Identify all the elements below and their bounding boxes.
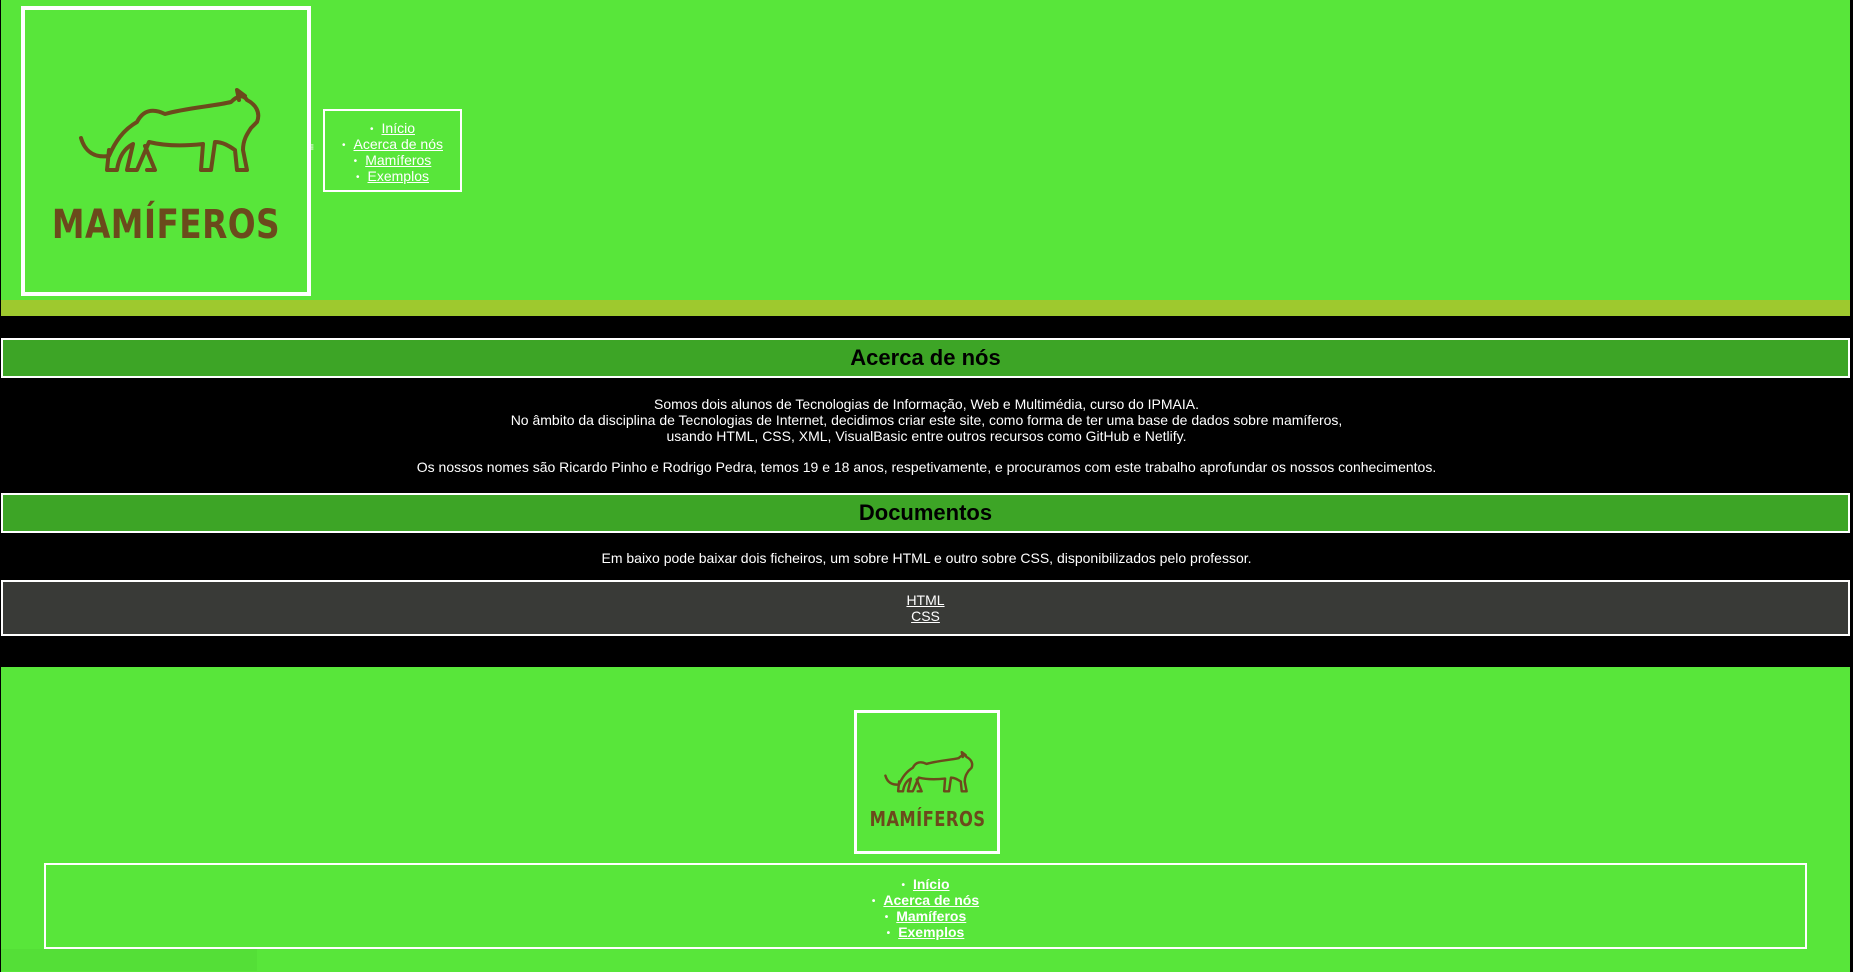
documents-heading: Documentos [1,493,1850,533]
about-heading: Acerca de nós [1,338,1850,378]
about-names: Os nossos nomes são Ricardo Pinho e Rodr… [416,459,1437,475]
site-logo[interactable]: MAMÍFEROS [21,6,311,296]
footer-logo[interactable]: MAMÍFEROS [854,710,1000,854]
header-nav: Início Acerca de nós Mamíferos Exemplos [323,109,462,192]
documents-links-box: HTML CSS [1,580,1850,636]
nav-item-mamiferos: Mamíferos [325,152,460,168]
footer-nav-link-acerca[interactable]: Acerca de nós [883,892,979,908]
about-line-2: No âmbito da disciplina de Tecnologias d… [510,412,1343,428]
footer-nav-item-acerca: Acerca de nós [46,892,1805,908]
footer-nav-item-mamiferos: Mamíferos [46,908,1805,924]
footer-faint-mark [1,949,257,971]
nav-link-exemplos[interactable]: Exemplos [368,168,429,184]
nav-item-inicio: Início [325,120,460,136]
nav-item-acerca: Acerca de nós [325,136,460,152]
site-footer: MAMÍFEROS Início Acerca de nós Mamíferos… [1,667,1850,972]
footer-logo-wordmark: MAMÍFEROS [869,807,986,831]
about-line-3: usando HTML, CSS, XML, VisualBasic entre… [666,428,1187,444]
nav-link-inicio[interactable]: Início [382,120,415,136]
footer-nav-link-exemplos[interactable]: Exemplos [898,924,964,940]
hamburger-icon[interactable]: ≡ [307,141,314,153]
about-line-1: Somos dois alunos de Tecnologias de Info… [654,396,1199,412]
html-download-link[interactable]: HTML [3,592,1848,608]
footer-nav: Início Acerca de nós Mamíferos Exemplos [44,863,1807,949]
logo-wordmark: MAMÍFEROS [51,202,281,248]
footer-nav-item-exemplos: Exemplos [46,924,1805,940]
cat-outline-icon [79,88,261,172]
nav-item-exemplos: Exemplos [325,168,460,184]
nav-link-mamiferos[interactable]: Mamíferos [365,152,431,168]
site-header: MAMÍFEROS ≡ Início Acerca de nós Mamífer… [1,0,1850,300]
footer-nav-link-mamiferos[interactable]: Mamíferos [896,908,966,924]
footer-nav-link-inicio[interactable]: Início [913,876,950,892]
header-divider [1,300,1850,316]
footer-nav-item-inicio: Início [46,876,1805,892]
documents-description: Em baixo pode baixar dois ficheiros, um … [601,550,1252,566]
css-download-link[interactable]: CSS [3,608,1848,624]
nav-link-acerca[interactable]: Acerca de nós [354,136,444,152]
